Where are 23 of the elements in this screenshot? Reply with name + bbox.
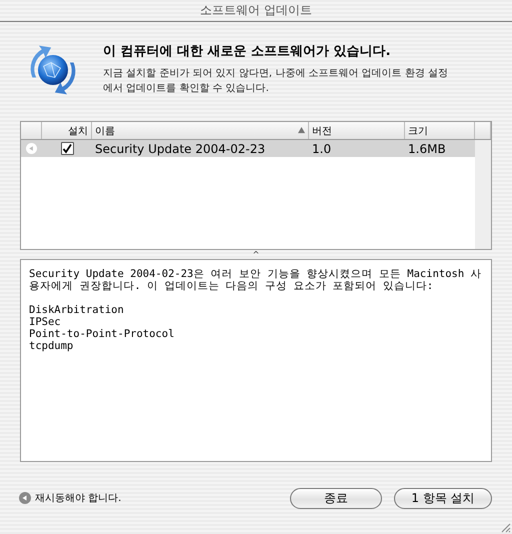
table-cell: 1.6MB [408,142,446,156]
table-cell: Security Update 2004-02-23 [95,142,266,156]
table-cell: 1.0 [312,142,332,156]
column-header[interactable]: 크기 [405,122,475,139]
heading: 이 컴퓨터에 대한 새로운 소프트웨어가 있습니다. [103,43,392,60]
component-name: DiskArbitration [29,304,125,316]
sort-ascending-icon [298,127,305,134]
component-name: IPSec [29,316,62,328]
column-header[interactable]: 설치 [42,122,92,139]
checkbox[interactable] [60,142,74,155]
component-name: tcpdump [29,340,74,352]
install-button[interactable]: 1 항목 설치 [394,488,492,508]
column-header[interactable]: 버전 [309,122,405,139]
message-text: 지금 설치할 준비가 되어 있지 않다면, 나중에 소프트웨어 업데이트 환경 설정에서 업데이트를 확인할 수 있습니다. [103,67,449,96]
component-name: Point-to-Point-Protocol [29,328,176,340]
window-title: 소프트웨어 업데이트 [200,2,312,19]
description-text: Security Update 2004-02-23은 여러 보안 기능을 향상시켰으며 모든 Macintosh 사용자에게 권장합니다. 이 업데이트는 다음의 구성 요소가 포함되어 있습니다: [29,268,483,292]
quit-button[interactable]: 종료 [290,488,382,508]
column-header[interactable]: 이름 [92,122,309,139]
splitter-handle[interactable]: ^ [252,250,260,259]
resize-grip-icon[interactable] [499,521,511,533]
table-row[interactable]: Security Update 2004-02-23 1.0 1.6MB [21,140,475,157]
restart-note: 재시동해야 합니다. [35,492,122,505]
